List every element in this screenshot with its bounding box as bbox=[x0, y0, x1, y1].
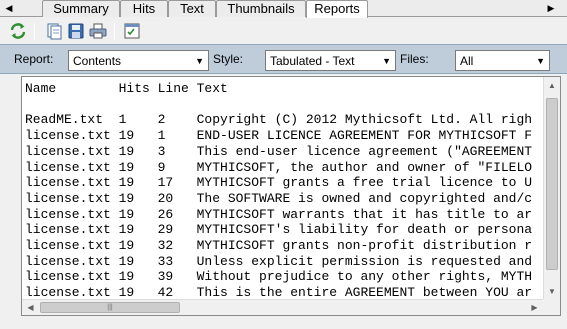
style-select[interactable]: Tabulated - Text ▼ bbox=[265, 50, 396, 71]
report-row: license.txt 19 33 Unless explicit permis… bbox=[25, 253, 533, 269]
files-value: All bbox=[460, 54, 474, 68]
style-label: Style: bbox=[213, 52, 244, 66]
toolbar-separator bbox=[34, 23, 35, 40]
save-icon bbox=[68, 23, 84, 39]
scrollbar-corner bbox=[543, 299, 560, 315]
report-view[interactable]: Name Hits Line Text ReadME.txt 1 2 Copyr… bbox=[21, 76, 561, 316]
toolbar-separator bbox=[114, 23, 115, 40]
files-label: Files: bbox=[400, 52, 429, 66]
report-label: Report: bbox=[14, 52, 54, 66]
print-button[interactable] bbox=[88, 21, 108, 41]
style-value: Tabulated - Text bbox=[270, 54, 355, 68]
tab-text[interactable]: Text bbox=[168, 0, 216, 17]
report-toolbar bbox=[4, 21, 562, 43]
tab-summary[interactable]: Summary bbox=[42, 0, 120, 17]
report-options-icon bbox=[124, 23, 140, 39]
scroll-up-button[interactable]: ▲ bbox=[544, 77, 560, 94]
scroll-left-button[interactable]: ◀ bbox=[22, 300, 39, 315]
copy-icon bbox=[47, 23, 62, 40]
report-text[interactable]: Name Hits Line Text ReadME.txt 1 2 Copyr… bbox=[25, 81, 543, 303]
report-row: ReadME.txt 1 2 Copyright (C) 2012 Mythic… bbox=[25, 112, 533, 128]
report-header-row: Name Hits Line Text bbox=[25, 81, 228, 96]
report-row: license.txt 19 17 MYTHICSOFT grants a fr… bbox=[25, 175, 533, 191]
report-options-bar: Report: Contents ▼ Style: Tabulated - Te… bbox=[0, 44, 567, 74]
report-row: license.txt 19 39 Without prejudice to a… bbox=[25, 269, 533, 285]
scroll-right-button[interactable]: ▶ bbox=[526, 300, 543, 315]
tab-thumbnails[interactable]: Thumbnails bbox=[216, 0, 306, 17]
refresh-icon bbox=[10, 23, 26, 39]
print-icon bbox=[89, 23, 107, 39]
report-options-button[interactable] bbox=[122, 21, 142, 41]
chevron-down-icon: ▼ bbox=[382, 56, 391, 66]
report-row: license.txt 19 9 MYTHICSOFT, the author … bbox=[25, 159, 533, 175]
report-row: license.txt 19 20 The SOFTWARE is owned … bbox=[25, 190, 533, 206]
report-row: license.txt 19 3 This end-user licence a… bbox=[25, 143, 533, 159]
save-button[interactable] bbox=[66, 21, 86, 41]
chevron-down-icon: ▼ bbox=[195, 56, 204, 66]
report-type-value: Contents bbox=[73, 54, 122, 68]
vertical-scroll-thumb[interactable] bbox=[546, 98, 558, 270]
refresh-button[interactable] bbox=[8, 21, 28, 41]
report-blank-row bbox=[25, 97, 543, 113]
report-row: license.txt 19 29 MYTHICSOFT's liability… bbox=[25, 222, 533, 238]
report-row: license.txt 19 26 MYTHICSOFT warrants th… bbox=[25, 206, 533, 222]
copy-button[interactable] bbox=[44, 21, 64, 41]
reports-panel: ◀ Summary Hits Text Thumbnails Reports ▶ bbox=[0, 0, 567, 329]
scroll-down-button[interactable]: ▼ bbox=[544, 283, 560, 300]
report-type-select[interactable]: Contents ▼ bbox=[68, 50, 209, 71]
report-row: license.txt 19 32 MYTHICSOFT grants non-… bbox=[25, 238, 533, 254]
report-row: license.txt 19 1 END-USER LICENCE AGREEM… bbox=[25, 128, 533, 144]
tab-strip: ◀ Summary Hits Text Thumbnails Reports ▶ bbox=[0, 0, 567, 18]
tab-scroll-right-button[interactable]: ▶ bbox=[545, 0, 557, 16]
horizontal-scrollbar[interactable]: ◀ ||| ▶ bbox=[22, 299, 543, 315]
tab-hits[interactable]: Hits bbox=[120, 0, 168, 17]
files-select[interactable]: All ▼ bbox=[455, 50, 550, 71]
horizontal-scroll-thumb[interactable]: ||| bbox=[40, 302, 180, 313]
tab-scroll-left-button[interactable]: ◀ bbox=[3, 0, 15, 16]
tab-reports[interactable]: Reports bbox=[306, 0, 368, 18]
chevron-down-icon: ▼ bbox=[536, 56, 545, 66]
vertical-scrollbar[interactable]: ▲ ▼ bbox=[543, 77, 560, 300]
